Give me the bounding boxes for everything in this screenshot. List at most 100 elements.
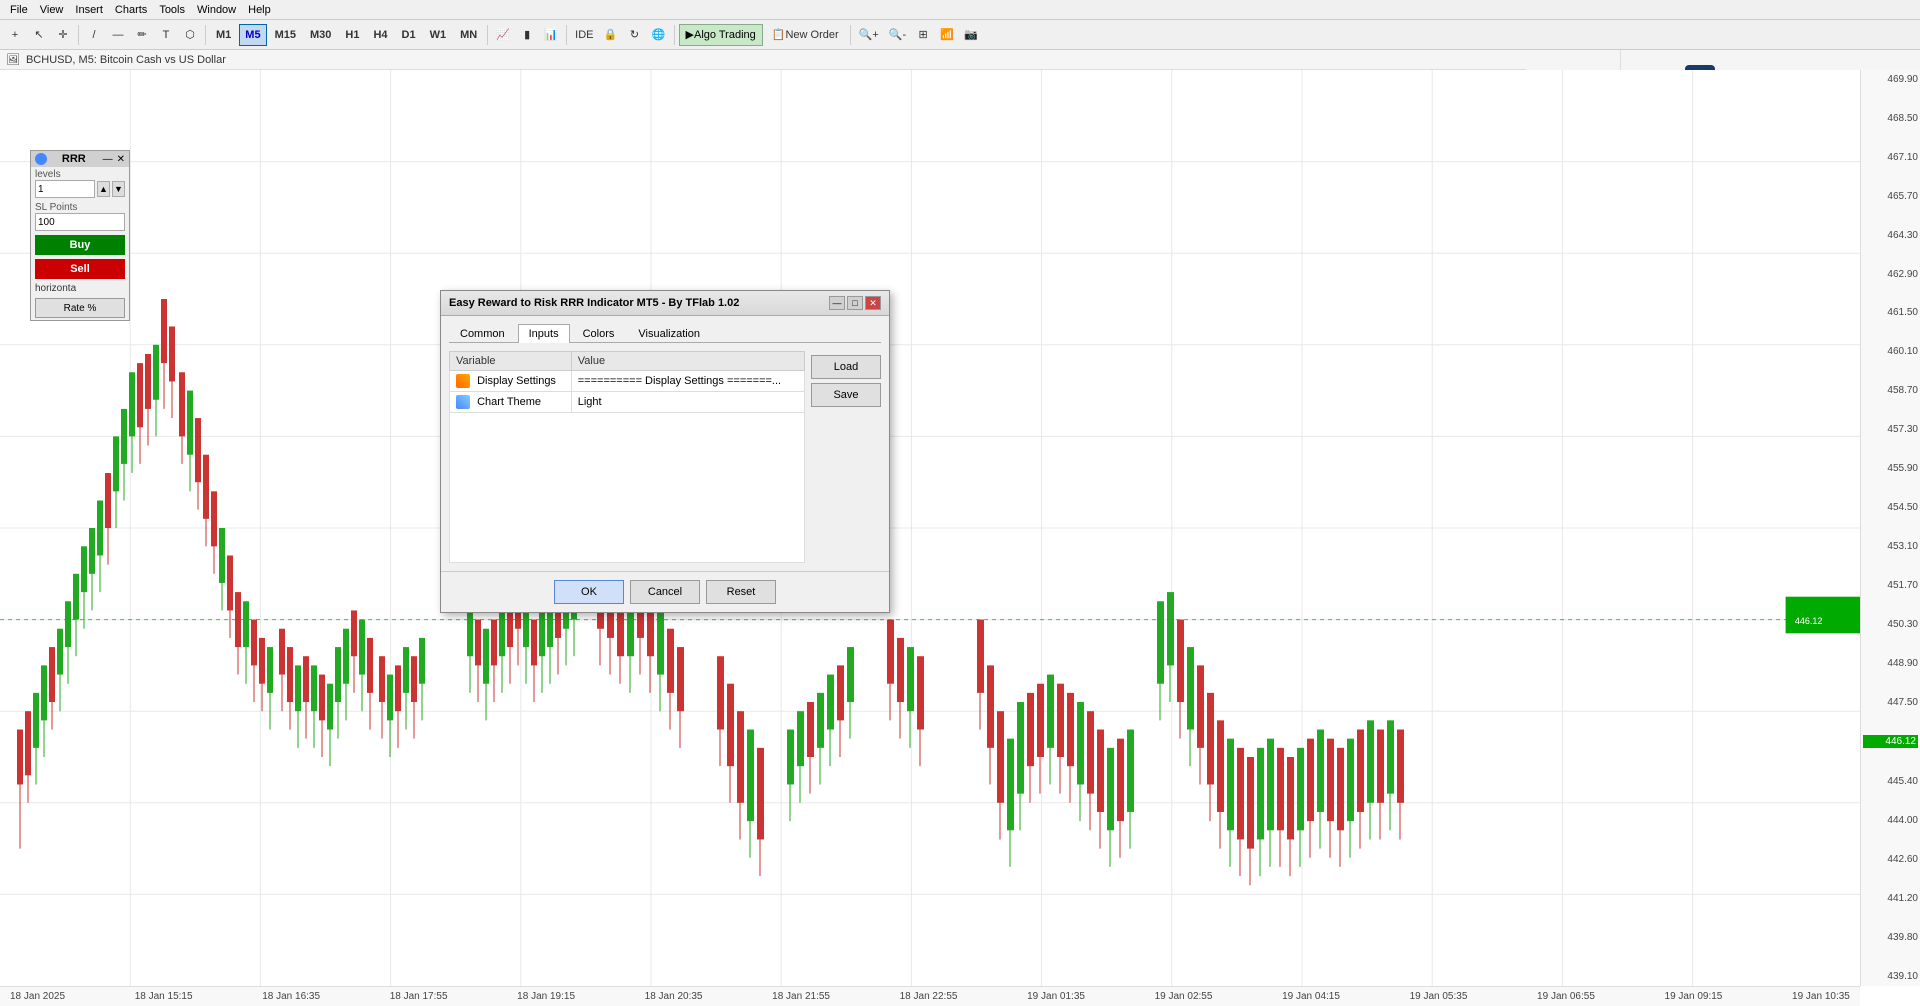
rrr-rate-button[interactable]: Rate % (35, 298, 125, 318)
tf-m5[interactable]: M5 (239, 24, 266, 46)
dialog-close-btn[interactable]: ✕ (865, 296, 881, 310)
menu-help[interactable]: Help (242, 3, 277, 17)
dialog-maximize-btn[interactable]: □ (847, 296, 863, 310)
price-current: 446.12 (1863, 735, 1918, 748)
menu-view[interactable]: View (34, 3, 70, 17)
menu-insert[interactable]: Insert (69, 3, 109, 17)
dialog-body: Common Inputs Colors Visualization Varia… (441, 316, 889, 571)
tf-m15[interactable]: M15 (269, 24, 302, 46)
menu-file[interactable]: File (4, 3, 34, 17)
ok-button[interactable]: OK (554, 580, 624, 604)
price-scale: 469.90 468.50 467.10 465.70 464.30 462.9… (1860, 70, 1920, 986)
toolbar-new-chart[interactable]: + (4, 24, 26, 46)
tab-visualization[interactable]: Visualization (627, 324, 711, 343)
toolbar-hline[interactable]: — (107, 24, 129, 46)
rrr-levels-input[interactable] (35, 180, 95, 198)
toolbar-sep-1 (78, 25, 79, 45)
price-442: 442.60 (1863, 854, 1918, 865)
tf-m1[interactable]: M1 (210, 24, 237, 46)
table-row[interactable]: Chart Theme Light (450, 392, 805, 413)
toolbar-refresh[interactable]: ↻ (624, 24, 646, 46)
toolbar-arrow[interactable]: ↖ (28, 24, 50, 46)
menu-window[interactable]: Window (191, 3, 242, 17)
dialog-controls: — □ ✕ (829, 296, 881, 310)
price-462: 461.50 (1863, 307, 1918, 318)
display-settings-icon (456, 374, 470, 388)
rrr-levels-down[interactable]: ▼ (112, 181, 125, 197)
menu-tools[interactable]: Tools (153, 3, 191, 17)
price-447: 447.50 (1863, 697, 1918, 708)
rrr-sell-button[interactable]: Sell (35, 259, 125, 279)
dialog-minimize-btn[interactable]: — (829, 296, 845, 310)
time-label-7: 18 Jan 22:55 (900, 991, 958, 1002)
tf-w1[interactable]: W1 (424, 24, 453, 46)
price-455: 455.90 (1863, 463, 1918, 474)
rrr-levels-up[interactable]: ▲ (97, 181, 110, 197)
dialog-tabs: Common Inputs Colors Visualization (449, 324, 881, 343)
toolbar-zoom-out[interactable]: 🔍- (885, 24, 910, 46)
rrr-buy-button[interactable]: Buy (35, 235, 125, 255)
toolbar-line-chart[interactable]: 📊 (540, 24, 562, 46)
rrr-indicator-dot (35, 153, 47, 165)
toolbar-text[interactable]: T (155, 24, 177, 46)
price-450: 450.30 (1863, 619, 1918, 630)
toolbar-crosshair[interactable]: ✛ (52, 24, 74, 46)
table-empty-area (449, 413, 805, 563)
rrr-horizontal-label: horizonta (35, 283, 125, 294)
reset-button[interactable]: Reset (706, 580, 776, 604)
toolbar-sep-6 (850, 25, 851, 45)
tf-d1[interactable]: D1 (396, 24, 422, 46)
toolbar-zoom-in[interactable]: 🔍+ (855, 24, 883, 46)
tf-h4[interactable]: H4 (367, 24, 393, 46)
save-button[interactable]: Save (811, 383, 881, 407)
rrr-minimize[interactable]: — (101, 154, 115, 165)
price-444: 444.00 (1863, 815, 1918, 826)
row-variable-text: Display Settings (477, 375, 556, 387)
tab-colors[interactable]: Colors (572, 324, 626, 343)
toolbar-line[interactable]: / (83, 24, 105, 46)
toolbar-sep-2 (205, 25, 206, 45)
tab-inputs[interactable]: Inputs (518, 324, 570, 343)
new-order-btn[interactable]: 📋 New Order (765, 24, 846, 46)
toolbar-globe[interactable]: 🌐 (648, 24, 670, 46)
time-scale: 18 Jan 2025 18 Jan 15:15 18 Jan 16:35 18… (0, 986, 1860, 1006)
algo-trading-btn[interactable]: ▶ Algo Trading (679, 24, 763, 46)
toolbar-shapes[interactable]: ⬡ (179, 24, 201, 46)
price-469: 469.90 (1863, 74, 1918, 85)
toolbar-ide[interactable]: IDE (571, 24, 597, 46)
tab-common[interactable]: Common (449, 324, 516, 343)
price-441: 441.20 (1863, 893, 1918, 904)
tf-m30[interactable]: M30 (304, 24, 337, 46)
dialog-title: Easy Reward to Risk RRR Indicator MT5 - … (449, 297, 739, 309)
toolbar-vol[interactable]: 📶 (936, 24, 958, 46)
indicator-dialog: Easy Reward to Risk RRR Indicator MT5 - … (440, 290, 890, 613)
time-label-11: 19 Jan 05:35 (1410, 991, 1468, 1002)
price-467: 467.10 (1863, 152, 1918, 163)
menu-charts[interactable]: Charts (109, 3, 153, 17)
toolbar-sep-5 (674, 25, 675, 45)
toolbar-lock[interactable]: 🔒 (600, 24, 622, 46)
load-button[interactable]: Load (811, 355, 881, 379)
rrr-close[interactable]: ✕ (117, 154, 125, 165)
chart-area: 🖼 BCHUSD, M5: Bitcoin Cash vs US Dollar … (0, 50, 1920, 1006)
row-variable-display: Display Settings (450, 371, 572, 392)
price-438: 439.10 (1863, 971, 1918, 982)
price-466: 465.70 (1863, 191, 1918, 202)
rrr-slpoints-input[interactable] (35, 213, 125, 231)
tf-mn[interactable]: MN (454, 24, 483, 46)
toolbar-pen[interactable]: ✏ (131, 24, 153, 46)
table-row[interactable]: Display Settings ========== Display Sett… (450, 371, 805, 392)
rrr-slpoints-label: SL Points (35, 202, 125, 213)
menu-bar: File View Insert Charts Tools Window Hel… (0, 0, 1920, 20)
price-454: 454.50 (1863, 502, 1918, 513)
toolbar-grid[interactable]: ⊞ (912, 24, 934, 46)
chart-theme-icon (456, 395, 470, 409)
toolbar-candles[interactable]: ▮ (516, 24, 538, 46)
rrr-header: RRR — ✕ (31, 151, 129, 167)
rrr-levels-label: levels (35, 169, 125, 180)
dialog-footer: OK Cancel Reset (441, 571, 889, 612)
tf-h1[interactable]: H1 (339, 24, 365, 46)
toolbar-indicator[interactable]: 📷 (960, 24, 982, 46)
toolbar-chart-type[interactable]: 📈 (492, 24, 514, 46)
cancel-button[interactable]: Cancel (630, 580, 700, 604)
